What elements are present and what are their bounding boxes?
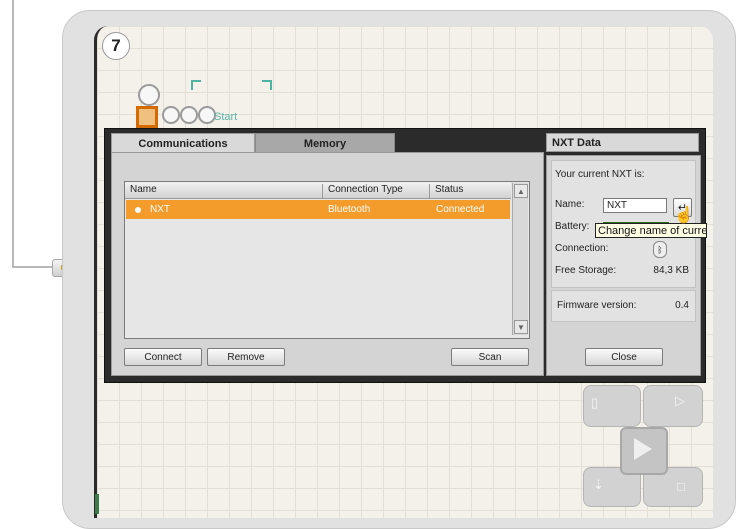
scan-button[interactable]: Scan [451,348,529,366]
start-circle [138,84,160,106]
wire-horizontal [12,266,54,268]
stop-icon: □ [677,479,685,494]
nxt-name-input[interactable]: NXT [603,198,667,213]
run-selected-button[interactable] [643,385,703,427]
connect-button[interactable]: Connect [124,348,202,366]
nxt-icon: ▯ [591,395,599,410]
nxt-data-panel: Your current NXT is: Name: NXT ↵ Battery… [546,155,701,376]
battery-label: Battery: [555,221,590,232]
free-storage-value: 84,3 KB [653,265,689,276]
scroll-down-icon[interactable]: ▼ [514,320,528,334]
selected-dot-icon [135,207,141,213]
name-label: Name: [555,199,585,210]
play-icon [634,438,652,460]
column-name[interactable]: Name [125,184,157,198]
nxt-list[interactable]: Name Connection Type Status NXT Bluetoot… [124,181,530,339]
bracket-left [191,80,201,90]
start-circle-3 [180,106,198,124]
bluetooth-icon: ᛒ [653,241,667,258]
wire-vertical [12,0,14,268]
row-connection-type: Bluetooth [328,204,371,215]
row-status: Connected [436,204,485,215]
start-label: Start [214,111,238,123]
canvas-edge-marker [95,494,99,514]
sequence-number: 7 [102,32,130,60]
current-nxt-label: Your current NXT is: [555,169,645,180]
free-storage-label: Free Storage: [555,265,617,276]
tooltip: Change name of current NXT [595,223,707,238]
cursor-icon: ☝ [674,207,694,224]
list-header: Name Connection Type Status [125,182,511,199]
remove-button[interactable]: Remove [207,348,285,366]
tab-communications[interactable]: Communications [111,133,255,153]
list-item[interactable]: NXT Bluetooth Connected [126,200,510,219]
start-square [136,106,158,128]
bracket-right [262,80,272,90]
firmware-box: Firmware version: 0.4 [551,290,696,322]
close-button[interactable]: Close [585,348,663,366]
nxt-controller: ▯ ▷ ⇣ □ [583,385,703,507]
tab-memory[interactable]: Memory [255,133,395,154]
column-status[interactable]: Status [429,184,463,198]
connection-label: Connection: [555,243,609,254]
nxt-window: Communications Memory Name Connection Ty… [104,128,706,383]
firmware-value: 0.4 [675,300,689,311]
firmware-label: Firmware version: [557,300,637,311]
run-icon: ▷ [675,393,685,408]
communications-panel: Name Connection Type Status NXT Bluetoot… [111,152,544,376]
nxt-data-title: NXT Data [546,133,699,152]
start-circle-2 [162,106,180,124]
column-connection-type[interactable]: Connection Type [322,184,403,198]
list-scrollbar[interactable]: ▲ ▼ [512,183,528,335]
scroll-up-icon[interactable]: ▲ [514,184,528,198]
row-name: NXT [150,204,170,215]
upload-icon: ⇣ [593,477,604,492]
